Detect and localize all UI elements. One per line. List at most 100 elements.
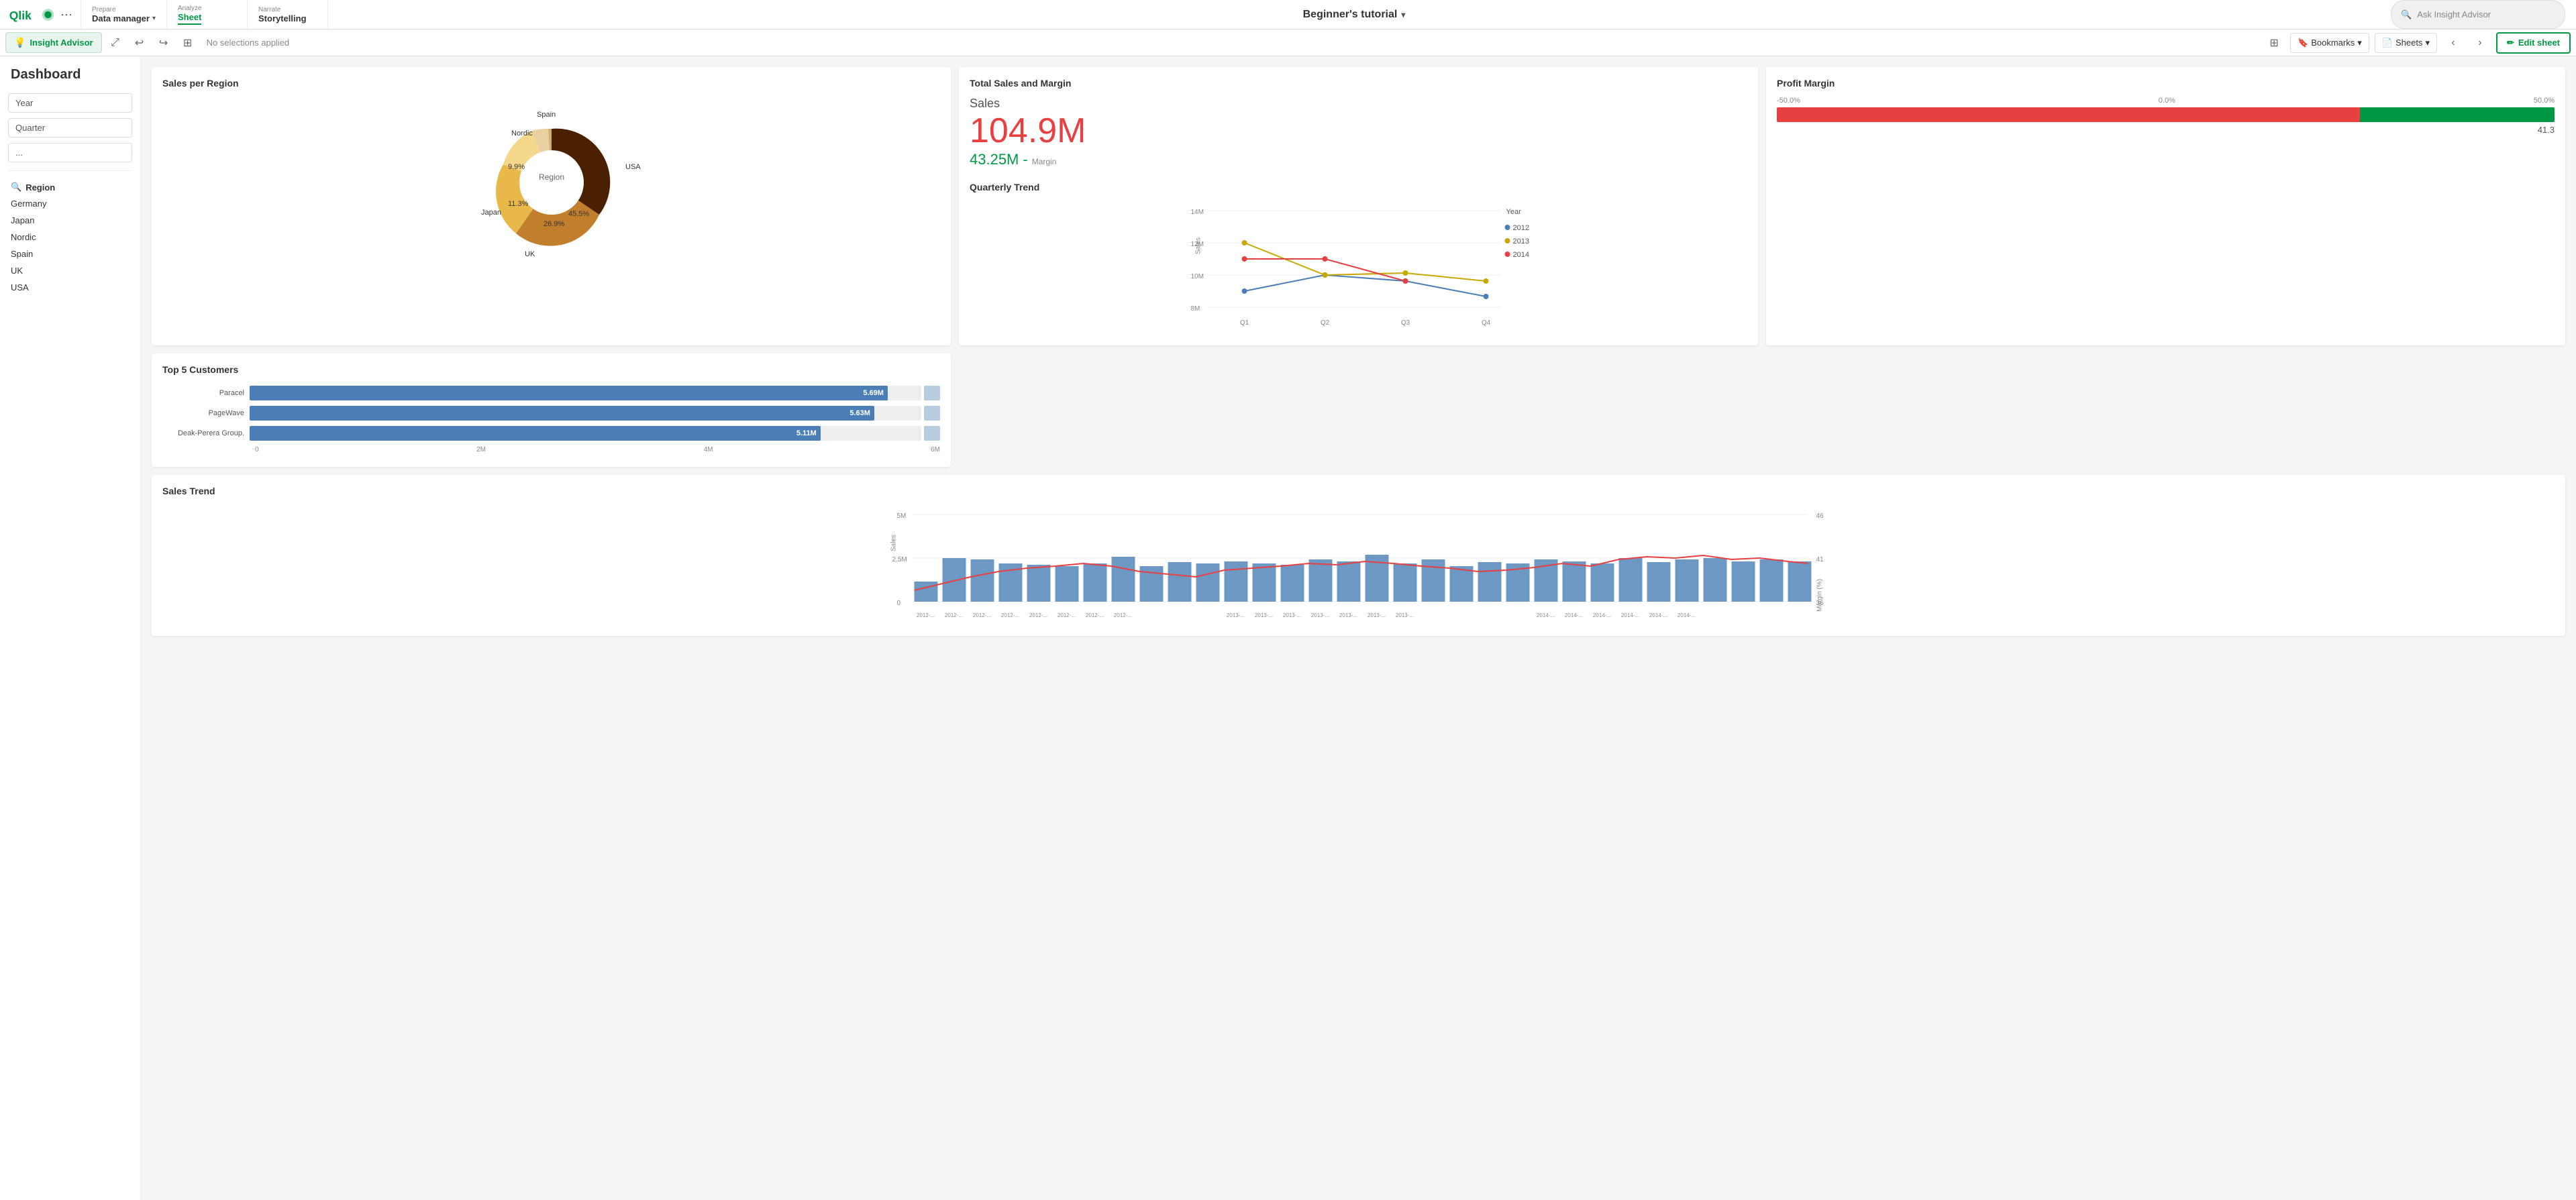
nav-prev-btn[interactable]: ‹ xyxy=(2442,32,2464,54)
svg-text:Sales: Sales xyxy=(890,535,898,551)
no-selections-label: No selections applied xyxy=(207,38,290,48)
bar-fill-deak: 5.11M xyxy=(250,426,821,441)
svg-text:2013-...: 2013-... xyxy=(1255,612,1273,618)
bar-mini-deak xyxy=(924,426,940,441)
top-nav: Qlik ··· Prepare Data manager ▾ Analyze … xyxy=(0,0,2576,30)
bar-wrap-deak: 5.11M xyxy=(250,426,921,441)
region-label: Region xyxy=(25,182,55,193)
margin-row: 43.25M - Margin xyxy=(970,151,1747,168)
list-item-japan[interactable]: Japan xyxy=(0,212,140,229)
svg-text:2014-...: 2014-... xyxy=(1621,612,1639,618)
svg-text:2013-...: 2013-... xyxy=(1311,612,1329,618)
svg-text:Spain: Spain xyxy=(537,111,556,119)
quarterly-trend-title: Quarterly Trend xyxy=(970,182,1747,193)
svg-text:2014-...: 2014-... xyxy=(1678,612,1696,618)
nav-more-icon[interactable]: ··· xyxy=(60,7,72,21)
ask-insight-advisor-search[interactable]: 🔍 Ask Insight Advisor xyxy=(2391,0,2565,29)
region-list: Germany Japan Nordic Spain UK USA xyxy=(0,195,140,296)
svg-text:8M: 8M xyxy=(1191,305,1200,313)
sales-value: 104.9M xyxy=(970,113,1747,148)
bar-row-pagewave: PageWave 5.63M xyxy=(162,406,940,421)
undo-icon-btn[interactable]: ↩ xyxy=(129,32,150,54)
list-item-usa[interactable]: USA xyxy=(0,279,140,296)
svg-text:Sales: Sales xyxy=(1195,237,1202,254)
nav-next-btn[interactable]: › xyxy=(2469,32,2491,54)
toolbar: 💡 Insight Advisor ⤢ ↩ ↪ ⊞ No selections … xyxy=(0,30,2576,56)
filter-quarter[interactable]: Quarter xyxy=(8,118,132,138)
analyze-label: Analyze xyxy=(178,5,236,12)
nav-prepare[interactable]: Prepare Data manager ▾ xyxy=(81,0,167,29)
svg-text:UK: UK xyxy=(525,250,535,258)
search-placeholder: Ask Insight Advisor xyxy=(2417,9,2491,19)
region-search-icon: 🔍 xyxy=(11,182,21,193)
bar-label-paracel: Paracel xyxy=(162,389,250,397)
bar-row-deak: Deak-Perera Group. 5.11M xyxy=(162,426,940,441)
svg-text:2014-...: 2014-... xyxy=(1537,612,1555,618)
nav-analyze[interactable]: Analyze Sheet xyxy=(167,0,248,29)
nav-narrate[interactable]: Narrate Storytelling xyxy=(248,0,328,29)
svg-text:2.5M: 2.5M xyxy=(892,556,907,563)
bar-fill-paracel: 5.69M xyxy=(250,386,888,400)
svg-text:2013-...: 2013-... xyxy=(1339,612,1357,618)
svg-text:2014-...: 2014-... xyxy=(1649,612,1667,618)
sheets-chevron: ▾ xyxy=(2425,38,2430,48)
svg-text:Japan: Japan xyxy=(481,209,501,217)
dashboard-title: Dashboard xyxy=(0,64,140,91)
quarterly-chart-svg: 14M 12M 10M 8M Q1 Q2 Q3 xyxy=(970,201,1747,335)
svg-text:2012-...: 2012-... xyxy=(1001,612,1019,618)
snapshot-icon-btn[interactable]: ⊞ xyxy=(177,32,199,54)
app-title[interactable]: Beginner's tutorial ▾ xyxy=(1303,9,1406,21)
list-item-nordic[interactable]: Nordic xyxy=(0,229,140,246)
list-item-germany[interactable]: Germany xyxy=(0,195,140,212)
bar-value-pagewave: 5.63M xyxy=(849,409,874,417)
svg-text:41: 41 xyxy=(1816,556,1824,563)
profit-axis-min: -50.0% xyxy=(1777,97,1800,105)
bookmarks-btn[interactable]: 🔖 Bookmarks ▾ xyxy=(2290,33,2369,53)
profit-axis: -50.0% 0.0% 50.0% xyxy=(1777,97,2555,105)
svg-text:2014: 2014 xyxy=(1513,251,1529,259)
quarterly-trend-section: Quarterly Trend 14M 12M 10M 8M xyxy=(970,182,1747,335)
list-item-uk[interactable]: UK xyxy=(0,262,140,279)
bookmarks-chevron: ▾ xyxy=(2357,38,2362,48)
bar-value-deak: 5.11M xyxy=(796,429,821,437)
main-layout: Dashboard Year Quarter ... 🔍 Region Germ… xyxy=(0,56,2576,1200)
expand-icon-btn[interactable]: ⤢ xyxy=(105,32,126,54)
sidebar: Dashboard Year Quarter ... 🔍 Region Germ… xyxy=(0,56,141,1200)
bookmark-icon: 🔖 xyxy=(2298,38,2308,48)
sidebar-divider xyxy=(8,170,132,171)
total-sales-card: Total Sales and Margin Sales 104.9M 43.2… xyxy=(959,67,1758,345)
sales-per-region-title: Sales per Region xyxy=(162,78,940,89)
filter-more[interactable]: ... xyxy=(8,143,132,162)
svg-text:2012: 2012 xyxy=(1513,224,1529,232)
app-title-caret: ▾ xyxy=(1401,10,1405,19)
svg-text:9.9%: 9.9% xyxy=(508,163,525,171)
redo-icon-btn[interactable]: ↪ xyxy=(153,32,174,54)
profit-axis-max: 50.0% xyxy=(2534,97,2555,105)
svg-text:Q1: Q1 xyxy=(1240,319,1249,327)
edit-sheet-btn[interactable]: ✏ Edit sheet xyxy=(2496,32,2571,54)
svg-text:2012-...: 2012-... xyxy=(1114,612,1132,618)
svg-text:46: 46 xyxy=(1816,512,1824,520)
svg-text:2012-...: 2012-... xyxy=(917,612,935,618)
filter-year[interactable]: Year xyxy=(8,93,132,113)
list-item-spain[interactable]: Spain xyxy=(0,246,140,262)
bar-label-deak: Deak-Perera Group. xyxy=(162,429,250,437)
toolbar-left: 💡 Insight Advisor ⤢ ↩ ↪ ⊞ No selections … xyxy=(5,32,2263,54)
dashboard-grid: Sales per Region xyxy=(152,67,2565,636)
insight-advisor-button[interactable]: 💡 Insight Advisor xyxy=(5,32,102,53)
region-section: 🔍 Region xyxy=(0,176,140,195)
grid-view-btn[interactable]: ⊞ xyxy=(2263,32,2285,54)
donut-chart-container: Region USA 45.5% 26.9% 11.3% 9.9% Nordic… xyxy=(162,97,940,268)
svg-text:0: 0 xyxy=(897,600,901,607)
bar-row-paracel: Paracel 5.69M xyxy=(162,386,940,400)
search-icon: 🔍 xyxy=(2401,9,2412,20)
sheets-btn[interactable]: 📄 Sheets ▾ xyxy=(2375,33,2437,53)
sales-trend-card: Sales Trend 5M 2.5M 0 46 41 36 Sales xyxy=(152,475,2565,636)
svg-text:2013-...: 2013-... xyxy=(1227,612,1245,618)
bar-wrap-pagewave: 5.63M xyxy=(250,406,921,421)
profit-axis-mid: 0.0% xyxy=(2159,97,2175,105)
margin-dash: - xyxy=(1023,151,1027,168)
svg-text:11.3%: 11.3% xyxy=(508,200,529,208)
narrate-title: Storytelling xyxy=(258,13,307,23)
svg-text:Q3: Q3 xyxy=(1401,319,1410,327)
